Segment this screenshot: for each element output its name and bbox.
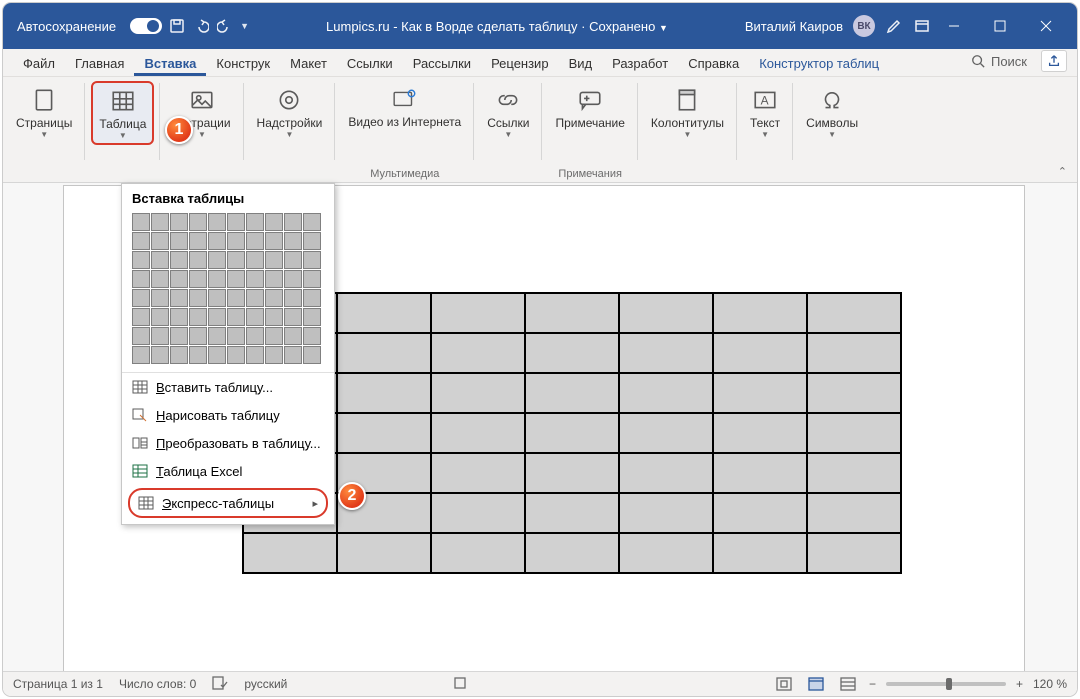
tab-references[interactable]: Ссылки [337, 52, 403, 76]
tab-design[interactable]: Конструк [206, 52, 280, 76]
media-group-label: Мультимедиа [335, 168, 474, 180]
excel-icon [132, 463, 148, 479]
zoom-out-button[interactable]: − [869, 677, 876, 691]
share-button[interactable] [1041, 50, 1067, 72]
tab-layout[interactable]: Макет [280, 52, 337, 76]
video-icon [391, 86, 419, 114]
link-icon [494, 86, 522, 114]
user-name[interactable]: Виталий Каиров [745, 19, 843, 34]
tab-view[interactable]: Вид [559, 52, 603, 76]
tab-review[interactable]: Рецензир [481, 52, 559, 76]
zoom-in-button[interactable]: + [1016, 677, 1023, 691]
save-icon[interactable] [168, 17, 186, 35]
callout-2: 2 [338, 482, 366, 510]
autosave-toggle[interactable] [130, 18, 162, 34]
pages-button[interactable]: Страницы▼ [9, 81, 79, 143]
tab-developer[interactable]: Разработ [602, 52, 678, 76]
grid-icon [132, 379, 148, 395]
chevron-right-icon: ▸ [312, 497, 318, 510]
collapse-ribbon-icon[interactable]: ⌃ [1058, 165, 1067, 178]
page-icon [30, 86, 58, 114]
print-layout-icon[interactable] [805, 675, 827, 693]
illustrations-icon [188, 86, 216, 114]
redo-icon[interactable] [216, 17, 234, 35]
omega-icon [818, 86, 846, 114]
draw-icon [132, 407, 148, 423]
comment-icon [576, 86, 604, 114]
focus-view-icon[interactable] [773, 675, 795, 693]
menu-draw-table[interactable]: Нарисовать таблицу [122, 401, 334, 429]
document-title: Lumpics.ru - Как в Ворде сделать таблицу… [249, 19, 745, 34]
tab-insert[interactable]: Вставка [134, 52, 206, 76]
symbols-button[interactable]: Символы▼ [799, 81, 865, 143]
statusbar: Страница 1 из 1 Число слов: 0 русский − … [3, 671, 1077, 696]
text-button[interactable]: A Текст▼ [743, 81, 787, 143]
table-button[interactable]: Таблица▼ [91, 81, 154, 145]
zoom-level[interactable]: 120 % [1033, 677, 1067, 691]
app-window: Автосохранение ▼ Lumpics.ru - Как в Ворд… [3, 3, 1077, 696]
menu-insert-table[interactable]: Вставить таблицу... [122, 373, 334, 401]
table-grid-picker[interactable] [122, 213, 334, 372]
headerfooter-icon [673, 86, 701, 114]
drawing-icon[interactable] [885, 17, 903, 35]
tab-home[interactable]: Главная [65, 52, 134, 76]
zoom-slider[interactable] [886, 682, 1006, 686]
dropdown-title: Вставка таблицы [122, 184, 334, 213]
tab-table-design[interactable]: Конструктор таблиц [749, 52, 889, 76]
search-icon [971, 54, 985, 68]
ribbon-tabs: Файл Главная Вставка Конструк Макет Ссыл… [3, 49, 1077, 77]
callout-1: 1 [165, 116, 193, 144]
tab-mailings[interactable]: Рассылки [403, 52, 481, 76]
ribbon-mode-icon[interactable] [913, 17, 931, 35]
menu-excel-table[interactable]: Таблица Excel [122, 457, 334, 485]
headerfooter-button[interactable]: Колонтитулы▼ [644, 81, 731, 143]
search-label[interactable]: Поиск [991, 54, 1027, 69]
convert-icon [132, 435, 148, 451]
qat-dropdown-icon[interactable]: ▼ [240, 21, 249, 31]
textbox-icon: A [751, 86, 779, 114]
spellcheck-icon[interactable] [212, 676, 228, 693]
titlebar: Автосохранение ▼ Lumpics.ru - Как в Ворд… [3, 3, 1077, 49]
web-layout-icon[interactable] [837, 675, 859, 693]
tab-help[interactable]: Справка [678, 52, 749, 76]
links-button[interactable]: Ссылки▼ [480, 81, 536, 143]
inserted-table[interactable] [242, 292, 902, 574]
svg-text:A: A [761, 93, 769, 107]
status-page[interactable]: Страница 1 из 1 [13, 677, 103, 691]
table-dropdown: Вставка таблицы Вставить таблицу... Нари… [121, 183, 335, 525]
comments-group-label: Примечания [542, 168, 637, 180]
menu-convert-table[interactable]: Преобразовать в таблицу... [122, 429, 334, 457]
menu-express-tables[interactable]: Экспресс-таблицы ▸ [128, 488, 328, 518]
autosave-label: Автосохранение [17, 19, 116, 34]
minimize-button[interactable] [931, 3, 977, 49]
status-wordcount[interactable]: Число слов: 0 [119, 677, 196, 691]
status-language[interactable]: русский [244, 677, 287, 691]
close-button[interactable] [1023, 3, 1069, 49]
addins-button[interactable]: Надстройки▼ [250, 81, 330, 143]
table-icon [109, 87, 137, 115]
addins-icon [275, 86, 303, 114]
user-avatar[interactable]: ВК [853, 15, 875, 37]
macro-icon[interactable] [453, 676, 467, 693]
grid-icon [138, 495, 154, 511]
tab-file[interactable]: Файл [13, 52, 65, 76]
undo-icon[interactable] [192, 17, 210, 35]
online-video-button[interactable]: Видео из Интернета [341, 81, 468, 134]
comment-button[interactable]: Примечание [548, 81, 631, 135]
maximize-button[interactable] [977, 3, 1023, 49]
